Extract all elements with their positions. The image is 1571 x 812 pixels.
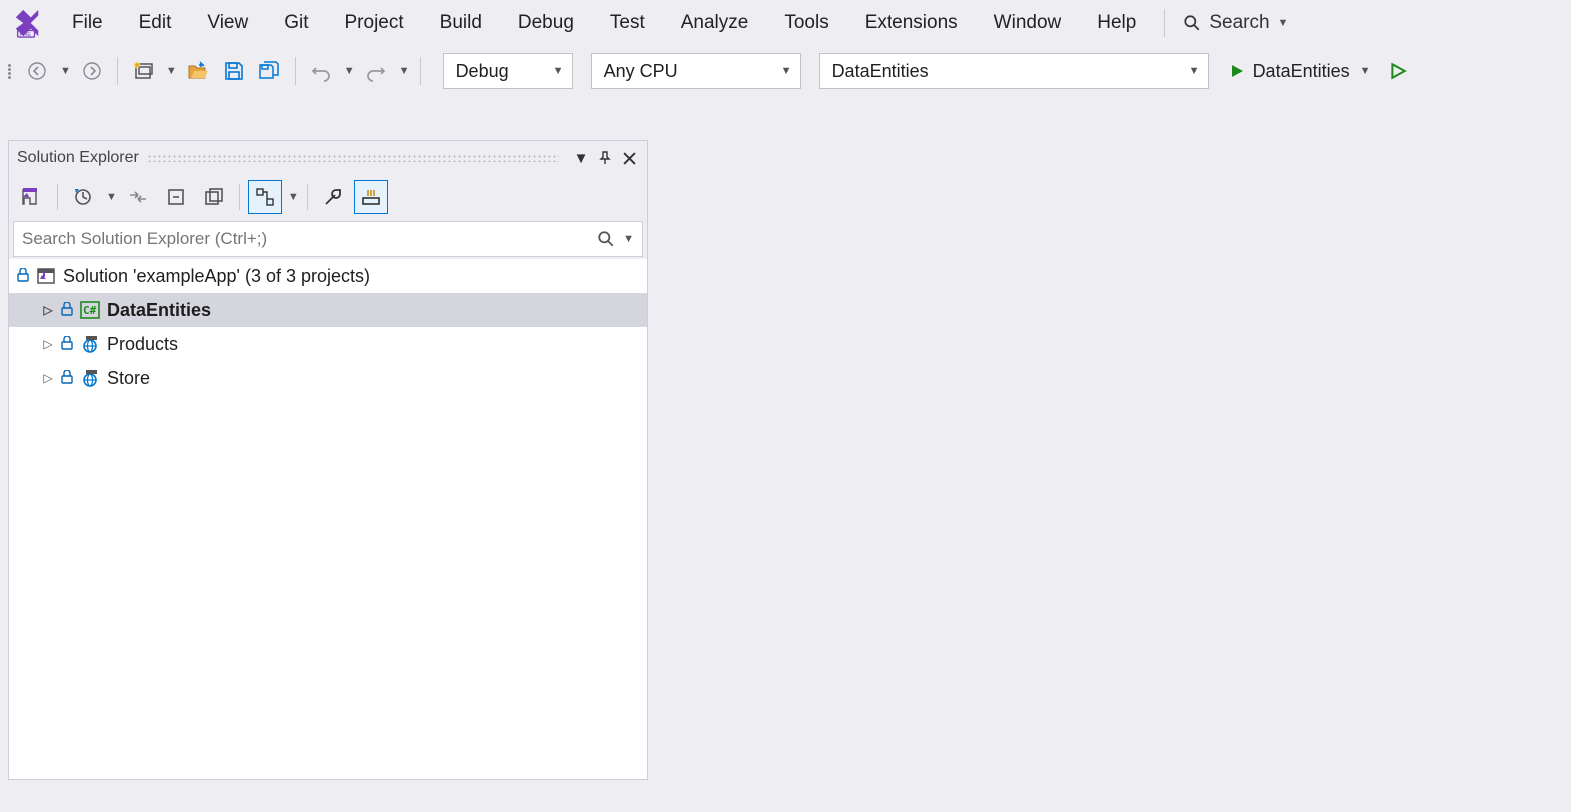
lock-icon	[17, 268, 29, 285]
pin-icon[interactable]	[595, 148, 615, 168]
start-debug-label: DataEntities	[1253, 61, 1350, 82]
csharp-project-icon: C#	[79, 299, 101, 321]
solution-node[interactable]: Solution 'exampleApp' (3 of 3 projects)	[9, 259, 647, 293]
new-project-button[interactable]	[128, 56, 158, 86]
expand-icon[interactable]: ▷	[41, 337, 55, 351]
chevron-down-icon: ▼	[1189, 65, 1200, 77]
solution-explorer-panel: Solution Explorer ▼ ▼ ▼	[8, 140, 648, 780]
nav-forward-button[interactable]	[77, 56, 107, 86]
panel-title-bar[interactable]: Solution Explorer ▼	[9, 141, 647, 175]
track-active-item-button[interactable]	[248, 180, 282, 214]
chevron-down-icon: ▼	[553, 65, 564, 77]
solution-search[interactable]: ▼	[13, 221, 643, 257]
menu-edit[interactable]: Edit	[121, 4, 190, 42]
save-all-button[interactable]	[255, 56, 285, 86]
web-project-icon	[79, 367, 101, 389]
redo-button[interactable]	[361, 56, 391, 86]
panel-toolbar: ▼ ▼	[9, 175, 647, 219]
pending-changes-filter-button[interactable]	[66, 180, 100, 214]
menu-bar: PRE File Edit View Git Project Build Deb…	[0, 0, 1571, 46]
open-file-button[interactable]	[183, 56, 213, 86]
nav-back-button[interactable]	[22, 56, 52, 86]
separator	[239, 184, 240, 210]
expand-icon[interactable]: ▷	[41, 371, 55, 385]
menu-git[interactable]: Git	[266, 4, 326, 42]
project-label: Store	[107, 368, 150, 389]
separator	[117, 57, 118, 85]
chevron-down-icon[interactable]: ▼	[288, 191, 299, 203]
collapse-all-button[interactable]	[159, 180, 193, 214]
project-node-products[interactable]: ▷ Products	[9, 327, 647, 361]
chevron-down-icon[interactable]: ▼	[60, 65, 71, 77]
global-search[interactable]: Search ▼	[1175, 8, 1296, 38]
configuration-label: Debug	[456, 61, 509, 82]
startup-project-label: DataEntities	[832, 61, 929, 82]
platform-dropdown[interactable]: Any CPU ▼	[591, 53, 801, 89]
separator	[295, 57, 296, 85]
lock-icon	[61, 302, 73, 319]
chevron-down-icon[interactable]: ▼	[106, 191, 117, 203]
drag-grip-icon[interactable]	[147, 154, 559, 162]
close-icon[interactable]	[619, 148, 639, 168]
chevron-down-icon: ▼	[781, 65, 792, 77]
menu-window[interactable]: Window	[976, 4, 1080, 42]
global-search-label: Search	[1209, 12, 1269, 34]
menu-test[interactable]: Test	[592, 4, 663, 42]
project-node-dataentities[interactable]: ▷ C# DataEntities	[9, 293, 647, 327]
window-options-icon[interactable]: ▼	[571, 148, 591, 168]
start-without-debug-button[interactable]	[1383, 56, 1413, 86]
sync-with-active-button[interactable]	[121, 180, 155, 214]
menu-tools[interactable]: Tools	[766, 4, 846, 42]
save-button[interactable]	[219, 56, 249, 86]
chevron-down-icon[interactable]: ▼	[166, 65, 177, 77]
separator	[57, 184, 58, 210]
menu-view[interactable]: View	[189, 4, 266, 42]
expand-icon[interactable]: ▷	[41, 303, 55, 317]
separator	[307, 184, 308, 210]
search-icon	[597, 230, 615, 248]
chevron-down-icon[interactable]: ▼	[344, 65, 355, 77]
menu-build[interactable]: Build	[422, 4, 500, 42]
solution-label: Solution 'exampleApp' (3 of 3 projects)	[63, 266, 370, 287]
undo-button[interactable]	[306, 56, 336, 86]
chevron-down-icon: ▼	[1360, 65, 1371, 77]
play-outline-icon	[1389, 62, 1407, 80]
lock-icon	[61, 336, 73, 353]
home-button[interactable]	[15, 180, 49, 214]
project-label: DataEntities	[107, 300, 211, 321]
startup-project-dropdown[interactable]: DataEntities ▼	[819, 53, 1209, 89]
separator	[420, 57, 421, 85]
solution-tree[interactable]: Solution 'exampleApp' (3 of 3 projects) …	[9, 259, 647, 779]
menu-file[interactable]: File	[54, 4, 121, 42]
chevron-down-icon: ▼	[1278, 17, 1289, 29]
panel-title-label: Solution Explorer	[17, 149, 139, 167]
project-label: Products	[107, 334, 178, 355]
web-project-icon	[79, 333, 101, 355]
platform-label: Any CPU	[604, 61, 678, 82]
svg-text:PRE: PRE	[20, 32, 32, 38]
solution-search-input[interactable]	[22, 229, 597, 249]
project-node-store[interactable]: ▷ Store	[9, 361, 647, 395]
menu-help[interactable]: Help	[1079, 4, 1154, 42]
play-icon	[1229, 63, 1245, 79]
solution-icon	[35, 265, 57, 287]
menu-analyze[interactable]: Analyze	[663, 4, 767, 42]
drag-handle-icon	[8, 64, 14, 79]
main-toolbar: ▼ ▼ ▼ ▼ Debug ▼ Any CPU ▼ DataEntities ▼…	[0, 46, 1571, 96]
show-all-files-button[interactable]	[197, 180, 231, 214]
lock-icon	[61, 370, 73, 387]
configuration-dropdown[interactable]: Debug ▼	[443, 53, 573, 89]
svg-text:C#: C#	[83, 304, 97, 317]
preview-selected-button[interactable]	[354, 180, 388, 214]
chevron-down-icon[interactable]: ▼	[623, 233, 634, 245]
menu-debug[interactable]: Debug	[500, 4, 592, 42]
menu-project[interactable]: Project	[327, 4, 422, 42]
properties-button[interactable]	[316, 180, 350, 214]
menu-separator	[1164, 9, 1165, 37]
vs-logo-icon: PRE	[8, 4, 46, 42]
menu-extensions[interactable]: Extensions	[847, 4, 976, 42]
chevron-down-icon[interactable]: ▼	[399, 65, 410, 77]
start-debug-button[interactable]: DataEntities ▼	[1229, 61, 1371, 82]
search-icon	[1183, 14, 1201, 32]
